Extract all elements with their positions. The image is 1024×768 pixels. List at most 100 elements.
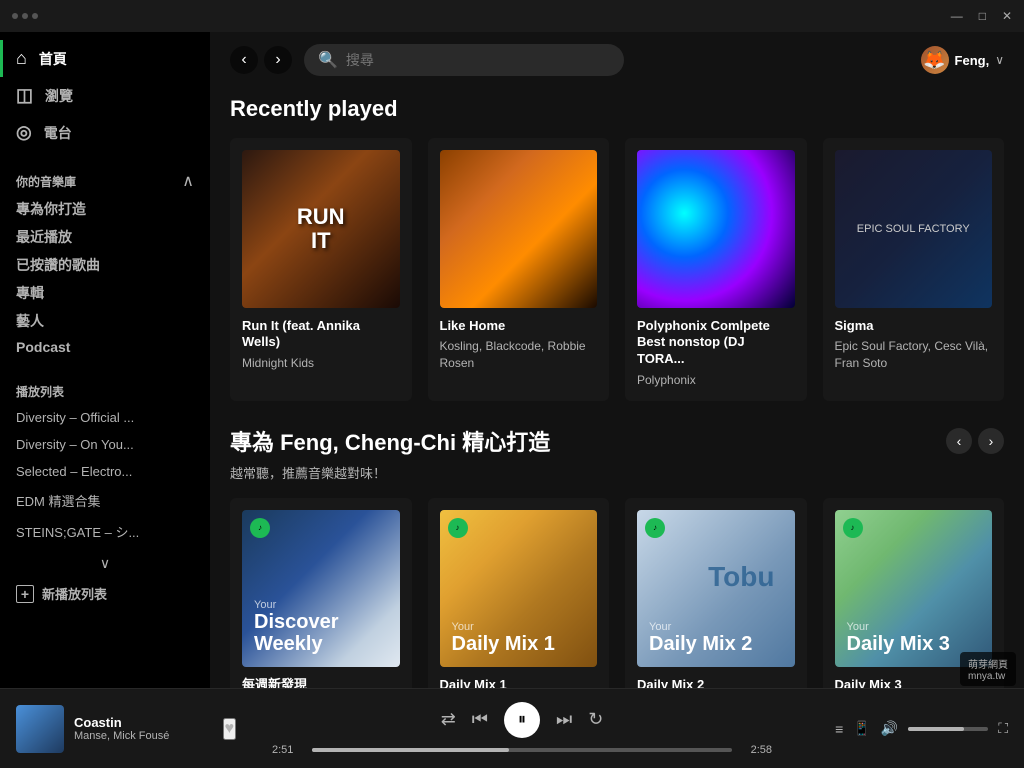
user-name: Feng, [955, 53, 990, 68]
section-nav: ‹ › [946, 428, 1004, 454]
sidebar-item-artists[interactable]: 藝人 [0, 307, 210, 335]
progress-bar-container: 2:51 2:58 [272, 744, 772, 756]
playlist-item-edm[interactable]: EDM 精選合集 [0, 485, 210, 516]
current-time: 2:51 [272, 744, 304, 756]
close-button[interactable]: ✕ [1002, 9, 1012, 23]
prev-button[interactable]: ‹ [946, 428, 972, 454]
spotify-icon: ♪ [250, 518, 270, 538]
player-right: ≡ 📱 🔊 ⛶ [808, 720, 1008, 737]
previous-button[interactable]: ⏮ [472, 709, 488, 730]
made-for-you-grid: ♪ Your DiscoverWeekly 每週新發現 你專屬的每週新鮮音樂合輯… [230, 498, 1004, 688]
repeat-button[interactable]: ↻ [588, 709, 603, 730]
card-img-daily-mix-3: ♪ Your Daily Mix 3 [835, 510, 993, 668]
library-header: 你的音樂庫 ∧ [0, 159, 210, 195]
minimize-button[interactable]: — [951, 9, 963, 23]
sidebar-item-podcast[interactable]: Podcast [0, 335, 210, 359]
player-center: ⇄ ⏮ ⏸ ⏭ ↻ 2:51 2:58 [248, 702, 796, 756]
player-controls: ⇄ ⏮ ⏸ ⏭ ↻ [441, 702, 604, 738]
playlist-item-diversity-official[interactable]: Diversity – Official ... [0, 404, 210, 431]
sidebar-item-home[interactable]: ⌂ 首頁 [0, 40, 210, 77]
user-area: 🦊 Feng, ∨ [921, 46, 1004, 74]
card-daily-mix-1[interactable]: ♪ Your Daily Mix 1 Daily Mix 1 Polyphoni… [428, 498, 610, 688]
made-for-you-header: 專為 Feng, Cheng-Chi 精心打造 ‹ › [230, 425, 1004, 457]
pause-button[interactable]: ⏸ [504, 702, 540, 738]
sidebar-item-made-for-you[interactable]: 專為你打造 [0, 195, 210, 223]
sidebar-nav: ⌂ 首頁 ◫ 瀏覽 ◎ 電台 [0, 32, 210, 159]
card-img-daily-mix-2: ♪ Tobu Your Daily Mix 2 [637, 510, 795, 668]
card-title-daily-2: Daily Mix 2 [637, 677, 795, 688]
daily1-label: Your [452, 621, 586, 633]
fullscreen-button[interactable]: ⛶ [998, 720, 1008, 737]
next-button[interactable]: ⏭ [556, 709, 572, 730]
card-sigma[interactable]: EPIC SOUL FACTORY Sigma Epic Soul Factor… [823, 138, 1005, 401]
card-like-home[interactable]: Like Home Kosling, Blackcode, Robbie Ros… [428, 138, 610, 401]
card-polyphonix[interactable]: Polyphonix Comlpete Best nonstop (DJ TOR… [625, 138, 807, 401]
browse-icon: ◫ [16, 85, 33, 106]
card-title-sigma: Sigma [835, 318, 993, 335]
card-run-it[interactable]: RUNIT Run It (feat. Annika Wells) Midnig… [230, 138, 412, 401]
spotify-icon-1: ♪ [448, 518, 468, 538]
card-subtitle-like-home: Kosling, Blackcode, Robbie Rosen [440, 338, 598, 372]
playlists-title: 播放列表 [16, 383, 64, 400]
now-playing-left: Coastin Manse, Mick Fousé ♥ [16, 705, 236, 753]
nav-buttons: ‹ › [230, 46, 292, 74]
spotify-icon-2: ♪ [645, 518, 665, 538]
playlist-item-steins-gate[interactable]: STEINS;GATE – シ... [0, 516, 210, 547]
library-toggle[interactable]: ∧ [182, 171, 194, 191]
playlist-item-diversity-on-you[interactable]: Diversity – On You... [0, 431, 210, 458]
card-subtitle-sigma: Epic Soul Factory, Cesc Vilà, Fran Soto [835, 338, 993, 372]
made-for-you-subtitle: 越常聽，推薦音樂越對味！ [230, 463, 1004, 482]
sidebar-item-recently-played[interactable]: 最近播放 [0, 223, 210, 251]
volume-icon: 🔊 [881, 720, 898, 737]
card-title-polyphonix: Polyphonix Comlpete Best nonstop (DJ TOR… [637, 318, 795, 369]
card-title-run-it: Run It (feat. Annika Wells) [242, 318, 400, 352]
made-for-you-title-group: 專為 Feng, Cheng-Chi 精心打造 [230, 425, 550, 457]
made-for-you-title: 專為 Feng, Cheng-Chi 精心打造 [230, 425, 550, 457]
card-img-like-home [440, 150, 598, 308]
plus-icon: + [16, 585, 34, 603]
devices-button[interactable]: 📱 [853, 720, 870, 737]
card-daily-mix-2[interactable]: ♪ Tobu Your Daily Mix 2 Daily Mix 2 Tobu… [625, 498, 807, 688]
volume-bar[interactable] [908, 727, 988, 731]
sidebar-item-radio[interactable]: ◎ 電台 [0, 114, 210, 151]
volume-fill [908, 727, 964, 731]
sidebar-item-liked-songs[interactable]: 已按讚的歌曲 [0, 251, 210, 279]
card-title-like-home: Like Home [440, 318, 598, 335]
card-subtitle-polyphonix: Polyphonix [637, 372, 795, 389]
card-img-sigma: EPIC SOUL FACTORY [835, 150, 993, 308]
card-img-discover-weekly: ♪ Your DiscoverWeekly [242, 510, 400, 668]
home-icon: ⌂ [16, 48, 27, 69]
search-bar[interactable]: 🔍 [304, 44, 624, 76]
card-discover-weekly[interactable]: ♪ Your DiscoverWeekly 每週新發現 你專屬的每週新鮮音樂合輯… [230, 498, 412, 688]
daily2-label: Your [649, 621, 783, 633]
search-icon: 🔍 [318, 50, 338, 70]
show-more-playlists[interactable]: ∨ [0, 551, 210, 576]
user-chevron-icon[interactable]: ∨ [995, 53, 1004, 67]
progress-fill [312, 748, 509, 752]
total-time: 2:58 [740, 744, 772, 756]
queue-button[interactable]: ≡ [835, 721, 843, 737]
new-playlist-button[interactable]: + 新播放列表 [0, 576, 210, 611]
now-playing-thumbnail [16, 705, 64, 753]
card-img-polyphonix [637, 150, 795, 308]
main-content: Recently played RUNIT Run It (feat. Anni… [210, 88, 1024, 688]
playlist-item-selected-electro[interactable]: Selected – Electro... [0, 458, 210, 485]
like-button[interactable]: ♥ [223, 718, 237, 740]
next-button[interactable]: › [978, 428, 1004, 454]
discover-name: DiscoverWeekly [254, 611, 388, 655]
forward-button[interactable]: › [264, 46, 292, 74]
daily3-name: Daily Mix 3 [847, 633, 981, 655]
daily2-name: Daily Mix 2 [649, 633, 783, 655]
daily1-name: Daily Mix 1 [452, 633, 586, 655]
content-area: ‹ › 🔍 🦊 Feng, ∨ R [210, 32, 1024, 688]
back-button[interactable]: ‹ [230, 46, 258, 74]
progress-track[interactable] [312, 748, 732, 752]
card-img-run-it: RUNIT [242, 150, 400, 308]
card-title-daily-1: Daily Mix 1 [440, 677, 598, 688]
search-input[interactable] [346, 52, 610, 68]
shuffle-button[interactable]: ⇄ [441, 709, 456, 730]
maximize-button[interactable]: □ [979, 9, 986, 23]
app-menu-dots[interactable] [12, 13, 38, 19]
sidebar-item-albums[interactable]: 專輯 [0, 279, 210, 307]
sidebar-item-browse[interactable]: ◫ 瀏覽 [0, 77, 210, 114]
